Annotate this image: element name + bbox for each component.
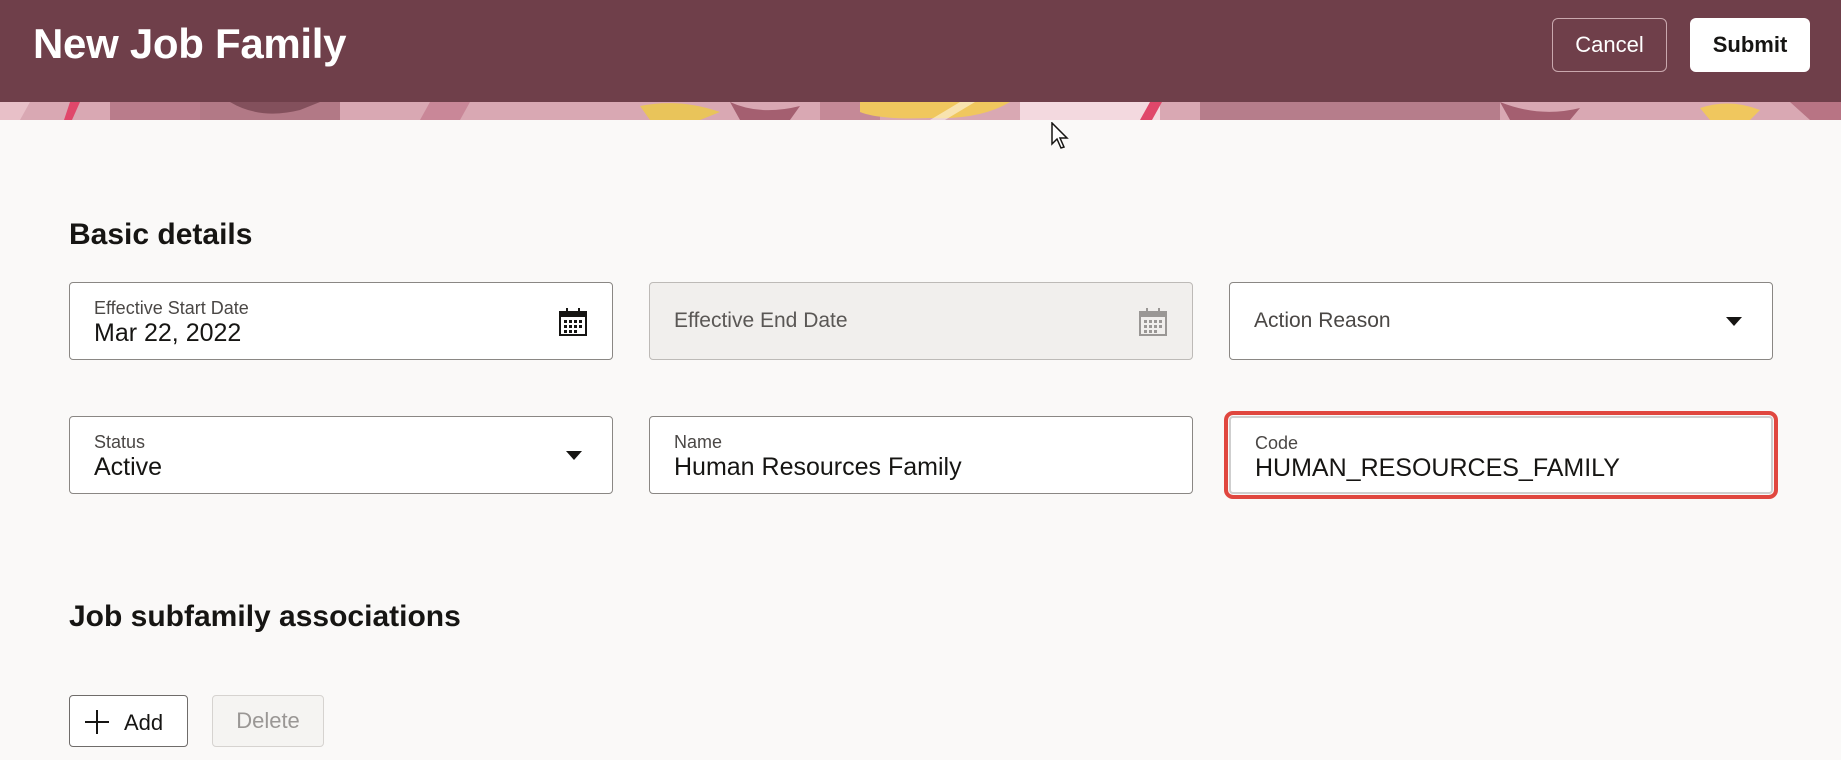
mouse-pointer-icon bbox=[1051, 122, 1069, 149]
effective-end-date-field: Effective End Date bbox=[649, 282, 1193, 360]
cancel-button[interactable]: Cancel bbox=[1552, 18, 1667, 72]
delete-button[interactable]: Delete bbox=[212, 695, 324, 747]
name-field[interactable]: Name Human Resources Family bbox=[649, 416, 1193, 494]
name-value: Human Resources Family bbox=[674, 453, 962, 481]
status-select[interactable]: Status Active bbox=[69, 416, 613, 494]
decorative-pattern bbox=[0, 102, 1841, 120]
page-title: New Job Family bbox=[33, 20, 347, 67]
action-reason-placeholder: Action Reason bbox=[1254, 309, 1391, 332]
effective-start-date-value: Mar 22, 2022 bbox=[94, 319, 242, 347]
chevron-down-icon[interactable] bbox=[566, 451, 582, 460]
page-header: New Job Family Cancel Submit bbox=[0, 0, 1841, 102]
add-button[interactable]: Add bbox=[69, 695, 188, 747]
job-subfamily-heading: Job subfamily associations bbox=[69, 600, 461, 633]
action-reason-select[interactable]: Action Reason bbox=[1229, 282, 1773, 360]
status-label: Status bbox=[94, 432, 146, 452]
status-value: Active bbox=[94, 453, 163, 481]
name-label: Name bbox=[674, 432, 723, 452]
calendar-icon[interactable] bbox=[558, 307, 588, 337]
calendar-icon bbox=[1139, 308, 1167, 336]
effective-start-date-label: Effective Start Date bbox=[94, 298, 249, 318]
submit-button[interactable]: Submit bbox=[1690, 18, 1810, 72]
code-value: HUMAN_RESOURCES_FAMILY bbox=[1255, 454, 1620, 482]
effective-end-date-placeholder: Effective End Date bbox=[674, 309, 848, 332]
code-field[interactable]: Code HUMAN_RESOURCES_FAMILY bbox=[1224, 411, 1778, 499]
add-button-label: Add bbox=[124, 710, 164, 735]
plus-icon bbox=[85, 710, 109, 734]
effective-start-date-field[interactable]: Effective Start Date Mar 22, 2022 bbox=[69, 282, 613, 360]
chevron-down-icon[interactable] bbox=[1726, 317, 1742, 326]
header-decorative-band bbox=[0, 102, 1841, 120]
code-label: Code bbox=[1255, 433, 1299, 453]
basic-details-heading: Basic details bbox=[69, 218, 253, 251]
